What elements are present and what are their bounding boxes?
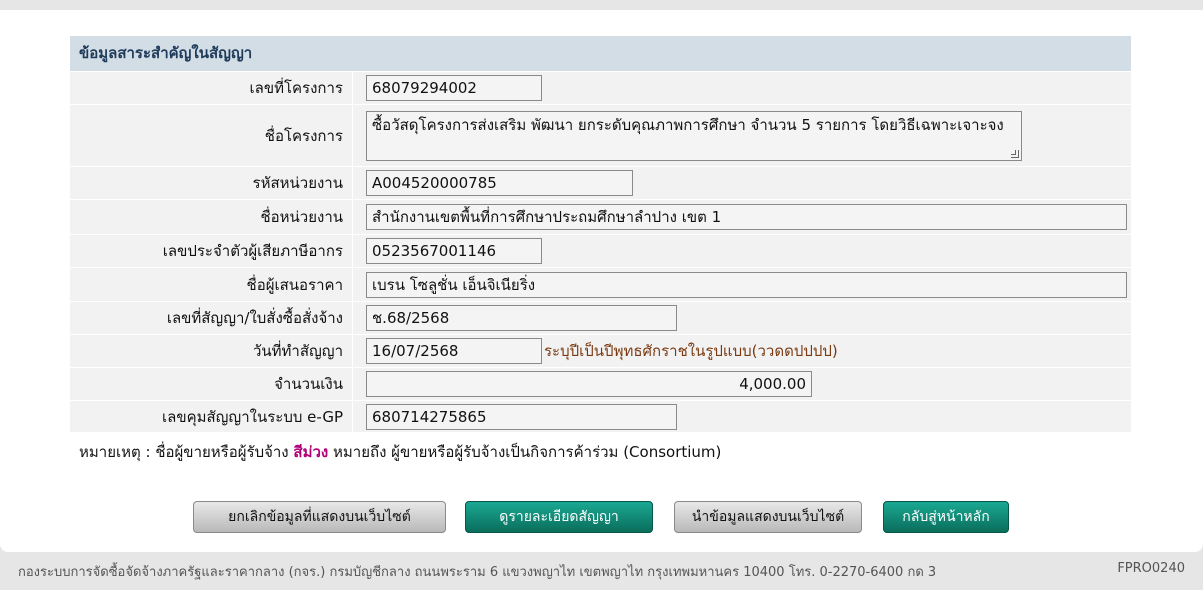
note-prefix: หมายเหตุ : ชื่อผู้ขายหรือผู้รับจ้าง bbox=[79, 443, 289, 461]
resize-handle-icon[interactable] bbox=[1011, 149, 1019, 158]
view-contract-button[interactable]: ดูรายละเอียดสัญญา bbox=[465, 501, 653, 533]
contract-date-label: วันที่ทำสัญญา bbox=[252, 342, 343, 360]
note-suffix: หมายถึง ผู้ขายหรือผู้รับจ้างเป็นกิจการค้… bbox=[333, 443, 722, 461]
row-bidder-name: ชื่อผู้เสนอราคา เบรน โซลูชั่น เอ็นจิเนีย… bbox=[70, 267, 1131, 301]
project-no-field[interactable]: 68079294002 bbox=[366, 75, 542, 101]
note-highlight: สีม่วง bbox=[293, 443, 329, 461]
egp-no-label: เลขคุมสัญญาในระบบ e-GP bbox=[162, 407, 343, 426]
contract-no-field[interactable]: ช.68/2568 bbox=[366, 305, 677, 331]
cancel-display-button[interactable]: ยกเลิกข้อมูลที่แสดงบนเว็บไซต์ bbox=[193, 501, 446, 533]
agency-code-field[interactable]: A004520000785 bbox=[366, 170, 633, 196]
row-amount: จำนวนเงิน 4,000.00 bbox=[70, 367, 1131, 400]
action-buttons: ยกเลิกข้อมูลที่แสดงบนเว็บไซต์ ดูรายละเอี… bbox=[0, 501, 1203, 533]
amount-label: จำนวนเงิน bbox=[274, 375, 343, 393]
egp-no-field[interactable]: 680714275865 bbox=[366, 403, 677, 430]
row-agency-name: ชื่อหน่วยงาน สำนักงานเขตพื้นที่การศึกษาป… bbox=[70, 199, 1131, 234]
row-egp-no: เลขคุมสัญญาในระบบ e-GP 680714275865 bbox=[70, 400, 1131, 432]
main-panel: ข้อมูลสาระสำคัญในสัญญา เลขที่โครงการ 680… bbox=[0, 10, 1203, 552]
row-contract-date: วันที่ทำสัญญา 16/07/2568 ระบุปีเป็นปีพุท… bbox=[70, 334, 1131, 367]
publish-display-button[interactable]: นำข้อมูลแสดงบนเว็บไซต์ bbox=[674, 501, 862, 533]
row-contract-no: เลขที่สัญญา/ใบสั่งซื้อสั่งจ้าง ช.68/2568 bbox=[70, 301, 1131, 334]
row-tax-id: เลขประจำตัวผู้เสียภาษีอากร 0523567001146 bbox=[70, 234, 1131, 267]
page-footer: กองระบบการจัดซื้อจัดจ้างภาครัฐและราคากลา… bbox=[0, 556, 1203, 584]
agency-name-label: ชื่อหน่วยงาน bbox=[260, 208, 343, 226]
page-code: FPRO0240 bbox=[1117, 561, 1185, 576]
row-project-name: ชื่อโครงการ ซื้อวัสดุโครงการส่งเสริม พัฒ… bbox=[70, 104, 1131, 166]
project-no-label: เลขที่โครงการ bbox=[249, 79, 344, 97]
contract-summary-section: ข้อมูลสาระสำคัญในสัญญา เลขที่โครงการ 680… bbox=[70, 36, 1131, 432]
date-format-hint: ระบุปีเป็นปีพุทธศักราชในรูปแบบ(ววดดปปปป) bbox=[544, 342, 838, 360]
bidder-name-label: ชื่อผู้เสนอราคา bbox=[246, 275, 343, 294]
agency-name-field[interactable]: สำนักงานเขตพื้นที่การศึกษาประถมศึกษาลำปา… bbox=[366, 204, 1127, 230]
bidder-name-field[interactable]: เบรน โซลูชั่น เอ็นจิเนียริ่ง bbox=[366, 271, 1127, 298]
row-agency-code: รหัสหน่วยงาน A004520000785 bbox=[70, 166, 1131, 199]
contract-date-field[interactable]: 16/07/2568 bbox=[366, 338, 542, 364]
project-name-textarea[interactable]: ซื้อวัสดุโครงการส่งเสริม พัฒนา ยกระดับคุ… bbox=[366, 110, 1022, 161]
project-name-label: ชื่อโครงการ bbox=[264, 126, 343, 145]
row-project-no: เลขที่โครงการ 68079294002 bbox=[70, 71, 1131, 104]
back-home-button[interactable]: กลับสู่หน้าหลัก bbox=[883, 501, 1009, 533]
consortium-note: หมายเหตุ : ชื่อผู้ขายหรือผู้รับจ้าง สีม่… bbox=[79, 440, 721, 464]
amount-field[interactable]: 4,000.00 bbox=[366, 371, 812, 397]
tax-id-label: เลขประจำตัวผู้เสียภาษีอากร bbox=[162, 242, 343, 260]
agency-code-label: รหัสหน่วยงาน bbox=[252, 174, 343, 192]
tax-id-field[interactable]: 0523567001146 bbox=[366, 238, 542, 264]
project-name-text: ซื้อวัสดุโครงการส่งเสริม พัฒนา ยกระดับคุ… bbox=[372, 115, 1004, 134]
section-title: ข้อมูลสาระสำคัญในสัญญา bbox=[70, 36, 1131, 71]
footer-address: กองระบบการจัดซื้อจัดจ้างภาครัฐและราคากลา… bbox=[18, 565, 937, 580]
contract-no-label: เลขที่สัญญา/ใบสั่งซื้อสั่งจ้าง bbox=[166, 309, 343, 327]
